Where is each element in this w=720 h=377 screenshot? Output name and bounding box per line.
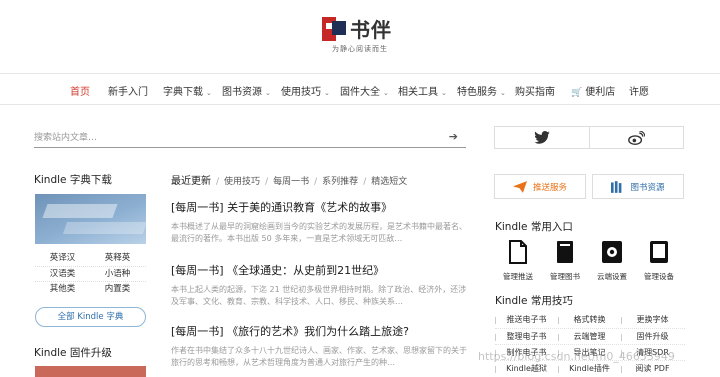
settings-icon bbox=[602, 241, 622, 263]
chevron-down-icon: ⌄ bbox=[206, 89, 212, 97]
dict-link-other[interactable]: 其他类 bbox=[35, 282, 90, 296]
tip-link[interactable]: 云端管理 bbox=[558, 329, 621, 344]
tablet-icon bbox=[650, 241, 668, 263]
site-logo[interactable]: 书伴 bbox=[322, 14, 392, 43]
main-nav: 首页 新手入门 字典下载 ⌄ 图书资源 ⌄ 使用技巧 ⌄ 固件大全 ⌄ 相关工具 ⌄ 特色… bbox=[0, 75, 720, 105]
nav-item-buy-guide[interactable]: 购买指南 bbox=[515, 83, 555, 98]
chevron-down-icon: ⌄ bbox=[500, 89, 506, 97]
dict-link-builtin[interactable]: 内置类 bbox=[90, 282, 145, 296]
dict-link-minor-languages[interactable]: 小语种 bbox=[90, 267, 145, 281]
paper-plane-icon bbox=[512, 180, 527, 193]
nav-item-services[interactable]: 特色服务 ⌄ bbox=[457, 83, 506, 98]
nav-item-books[interactable]: 图书资源 ⌄ bbox=[222, 83, 271, 98]
nav-item-tools[interactable]: 相关工具 ⌄ bbox=[398, 83, 447, 98]
dictionary-banner-image[interactable] bbox=[35, 194, 146, 244]
post-item: [每周一书] 《全球通史：从史前到21世纪》 本书上起人类的起源，下迄 21 世… bbox=[171, 262, 469, 308]
tips-grid: 推送电子书 格式转换 更换字体 整理电子书 云端管理 固件升级 制作电子书 导出… bbox=[495, 312, 685, 376]
post-title[interactable]: [每周一书] 《旅行的艺术》我们为什么踏上旅途? bbox=[171, 323, 469, 339]
search-input[interactable] bbox=[34, 130, 434, 146]
tip-link[interactable]: 格式转换 bbox=[558, 312, 621, 328]
dictionary-links: 英译汉 英释英 汉语类 小语种 其他类 内置类 bbox=[35, 251, 146, 296]
all-dictionaries-button[interactable]: 全部 Kindle 字典 bbox=[35, 307, 146, 327]
dict-link-chinese[interactable]: 汉语类 bbox=[35, 267, 90, 281]
tip-link[interactable]: 推送电子书 bbox=[495, 312, 558, 328]
watermark-text: https://blog.csdn.net/m0_46653949 bbox=[478, 350, 675, 363]
arrow-right-icon[interactable]: ➔ bbox=[449, 130, 458, 143]
nav-item-firmware[interactable]: 固件大全 ⌄ bbox=[340, 83, 389, 98]
weibo-icon bbox=[627, 130, 645, 145]
post-excerpt: 本书上起人类的起源，下迄 21 世纪初多极世界相持时期。除了政治、经济外，还涉及… bbox=[171, 285, 467, 306]
tab-essays[interactable]: 精选短文 bbox=[371, 177, 407, 187]
firmware-section-title: Kindle 固件升级 bbox=[34, 347, 112, 359]
tab-weekly-book[interactable]: 每周一书 bbox=[273, 177, 309, 187]
entry-manage-devices[interactable]: 管理设备 bbox=[636, 240, 682, 282]
tab-series[interactable]: 系列推荐 bbox=[322, 177, 358, 187]
tip-link[interactable]: 固件升级 bbox=[621, 329, 684, 344]
chevron-down-icon: ⌄ bbox=[265, 89, 271, 97]
site-header: 书伴 为静心阅读而生 bbox=[0, 0, 720, 74]
logo-mark-icon bbox=[322, 16, 346, 41]
site-slogan: 为静心阅读而生 bbox=[332, 45, 388, 53]
dict-link-en-en[interactable]: 英释英 bbox=[90, 251, 145, 266]
tools-section-title: Kindle 常用技巧 bbox=[495, 295, 573, 307]
twitter-icon bbox=[533, 131, 550, 144]
nav-item-tips[interactable]: 使用技巧 ⌄ bbox=[281, 83, 330, 98]
chevron-down-icon: ⌄ bbox=[383, 89, 389, 97]
post-title[interactable]: [每周一书] 《全球通史：从史前到21世纪》 bbox=[171, 262, 469, 278]
dict-link-en-zh[interactable]: 英译汉 bbox=[35, 251, 90, 266]
search-bar: ➔ bbox=[34, 128, 466, 148]
entry-cloud-settings[interactable]: 云端设置 bbox=[589, 240, 635, 282]
post-item: [每周一书] 《旅行的艺术》我们为什么踏上旅途? 作者在书中集结了众多十八十九世… bbox=[171, 323, 469, 369]
tab-recent[interactable]: 最近更新 bbox=[171, 176, 211, 187]
entry-manage-push[interactable]: 管理推送 bbox=[495, 240, 541, 282]
article-tabs: 最近更新 / 使用技巧 / 每周一书 / 系列推荐 / 精选短文 bbox=[171, 176, 408, 187]
nav-item-wish[interactable]: 许愿 bbox=[629, 83, 649, 98]
entry-manage-books[interactable]: 管理图书 bbox=[542, 240, 588, 282]
nav-item-store[interactable]: 🛒 便利店 bbox=[571, 83, 615, 98]
book-icon bbox=[557, 241, 573, 263]
tip-link[interactable]: Kindle越狱 bbox=[495, 361, 558, 376]
entry-section-title: Kindle 常用入口 bbox=[495, 221, 573, 233]
cart-icon: 🛒 bbox=[571, 88, 583, 98]
tab-tips[interactable]: 使用技巧 bbox=[224, 177, 260, 187]
social-links bbox=[494, 126, 684, 149]
books-icon bbox=[611, 180, 622, 193]
post-item: [每周一书] 关于美的通识教育《艺术的故事》 本书概述了从最早的洞窟绘画到当今的… bbox=[171, 199, 469, 245]
dictionary-section-title: Kindle 字典下载 bbox=[34, 174, 112, 186]
tip-link[interactable]: 整理电子书 bbox=[495, 329, 558, 344]
book-resources-button[interactable]: 图书资源 bbox=[592, 174, 684, 199]
nav-item-dictionary[interactable]: 字典下载 ⌄ bbox=[163, 83, 212, 98]
chevron-down-icon: ⌄ bbox=[441, 89, 447, 97]
push-service-button[interactable]: 推送服务 bbox=[494, 174, 586, 199]
weibo-link[interactable] bbox=[588, 127, 684, 148]
post-excerpt: 作者在书中集结了众多十八十九世纪诗人、画家、作家、艺术家、思想家留下的关于旅行的… bbox=[171, 346, 467, 367]
firmware-banner-image[interactable] bbox=[35, 366, 146, 377]
tip-link[interactable]: 阅读 PDF bbox=[621, 361, 684, 376]
nav-item-getting-started[interactable]: 新手入门 bbox=[108, 83, 148, 98]
chevron-down-icon: ⌄ bbox=[324, 89, 330, 97]
post-title[interactable]: [每周一书] 关于美的通识教育《艺术的故事》 bbox=[171, 199, 469, 215]
site-name: 书伴 bbox=[350, 18, 392, 42]
twitter-link[interactable] bbox=[495, 127, 589, 148]
tip-link[interactable]: 更换字体 bbox=[621, 312, 684, 328]
nav-item-home[interactable]: 首页 bbox=[70, 83, 90, 98]
document-icon bbox=[509, 240, 527, 264]
tip-link[interactable]: Kindle插件 bbox=[558, 361, 621, 376]
post-excerpt: 本书概述了从最早的洞窟绘画到当今的实验艺术的发展历程，是艺术书籍中最著名、最流行… bbox=[171, 222, 467, 243]
